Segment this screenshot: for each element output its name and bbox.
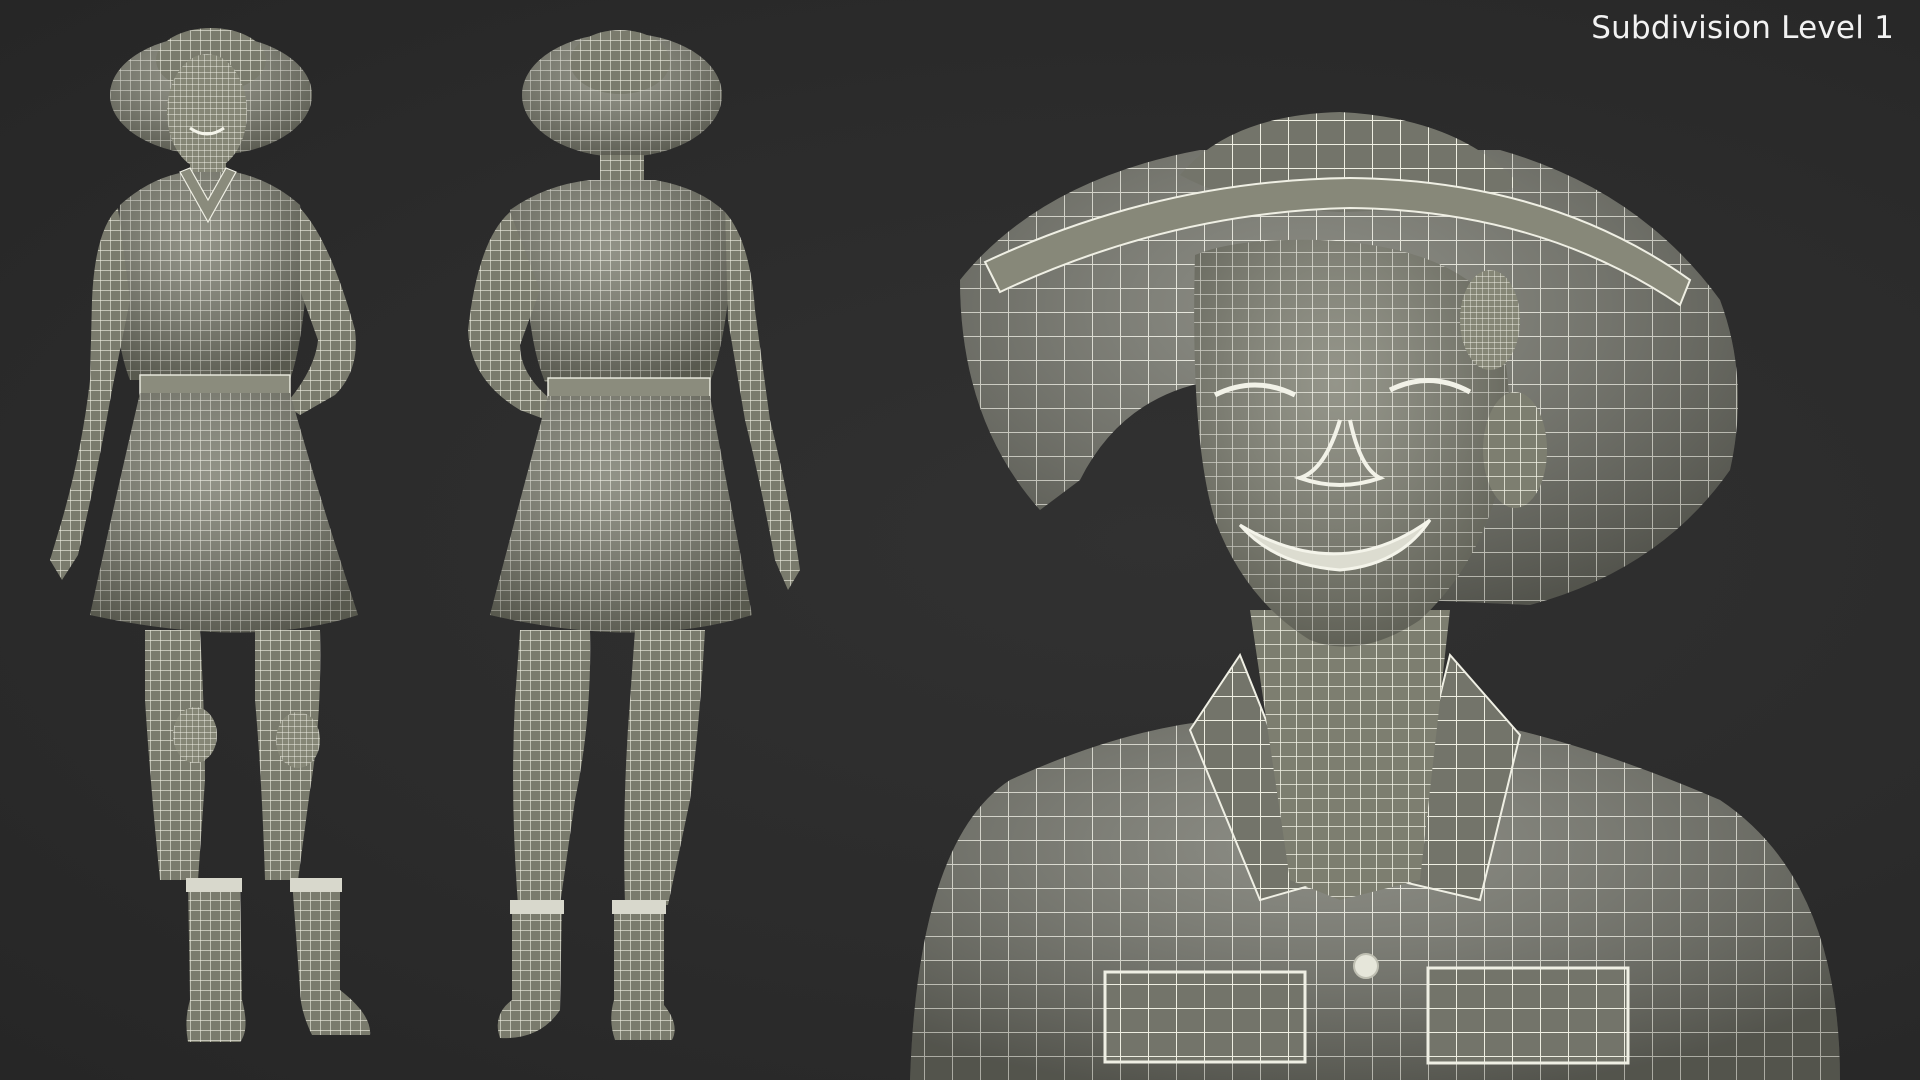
wireframe-render [50,28,1840,1080]
shirt-button [1353,953,1379,979]
back-right-boot [611,902,675,1040]
back-figure [468,30,800,1040]
front-face [167,54,247,170]
back-left-leg [513,630,591,905]
back-hat-crown [570,30,670,94]
render-viewport: Subdivision Level 1 [0,0,1920,1080]
closeup-figure [910,112,1840,1080]
back-right-leg [624,630,705,905]
right-pocket [1426,966,1630,1065]
front-left-boot [186,880,246,1042]
closeup-ear [1483,392,1547,508]
back-left-boot [497,902,562,1039]
left-pocket [1103,970,1307,1064]
front-figure [50,28,371,1042]
front-right-boot [292,880,371,1035]
